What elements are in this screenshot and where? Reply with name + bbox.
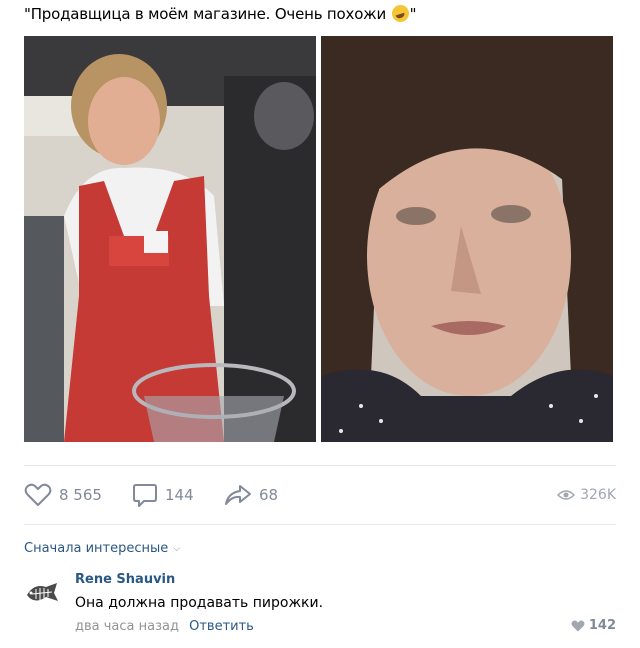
avatar[interactable] [24,575,60,611]
comment-like-count: 142 [588,618,616,633]
sort-label: Сначала интересные [24,541,169,556]
views-count: 326K [580,487,616,503]
comment-meta: два часа назад Ответить [75,619,254,634]
post-card: "Продавщица в моём магазине. Очень похож… [0,0,640,648]
post-text-body: "Продавщица в моём магазине. Очень похож… [24,5,387,23]
post-text: "Продавщица в моём магазине. Очень похож… [24,5,417,23]
divider-bottom [24,524,616,525]
comment-item: Rene Shauvin Она должна продавать пирожк… [24,570,616,640]
fossil-fish-avatar-image [24,575,60,611]
man-portrait-image [321,36,613,442]
heart-icon [24,483,52,506]
post-actions: 8 565 144 68 326K [24,480,616,510]
saleswoman-image [24,36,316,442]
like-button[interactable]: 8 565 [24,480,102,510]
comment-like-button[interactable]: 142 [571,618,616,633]
reply-button[interactable]: Ответить [189,619,254,634]
like-count: 8 565 [59,486,102,504]
heart-icon [571,620,585,631]
comment-text: Она должна продавать пирожки. [75,595,324,611]
comment-time[interactable]: два часа назад [75,619,179,634]
chevron-down-icon: ⌵ [173,543,181,554]
photo-saleswoman[interactable] [24,36,316,442]
share-button[interactable]: 68 [224,480,278,510]
comment-author-link[interactable]: Rene Shauvin [75,572,175,587]
comment-bubble-icon [133,484,157,507]
share-arrow-icon [225,485,251,505]
views-counter: 326K [557,480,616,510]
post-text-end: " [409,5,417,23]
photo-man-portrait[interactable] [321,36,613,442]
laughing-emoji-icon [391,5,409,22]
eye-icon [557,490,576,500]
comment-button[interactable]: 144 [132,480,194,510]
divider-top [24,465,616,466]
share-count: 68 [259,486,279,504]
comment-count: 144 [165,486,194,504]
comments-sort-dropdown[interactable]: Сначала интересные ⌵ [24,541,180,556]
